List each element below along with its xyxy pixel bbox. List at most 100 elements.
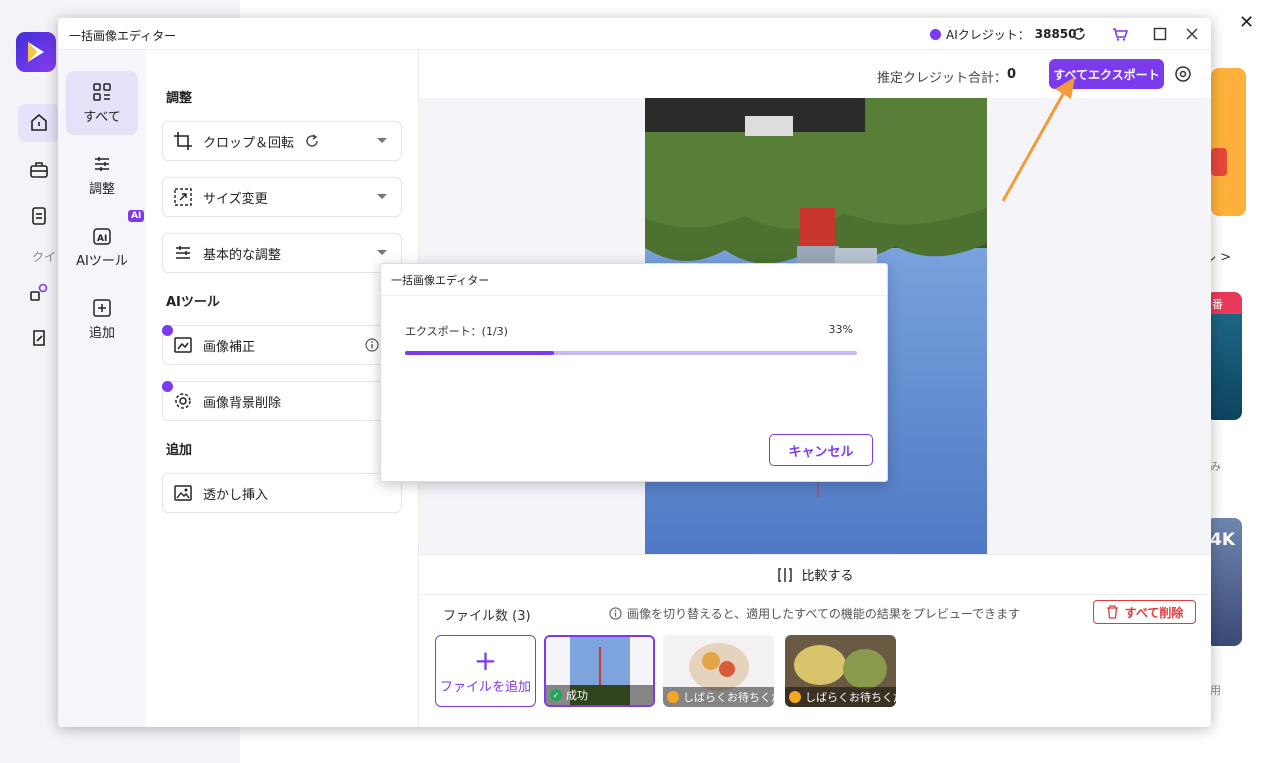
- ai-dot-icon: [162, 381, 173, 392]
- basic-adjust-label: 基本的な調整: [203, 247, 282, 263]
- chevron-down-icon[interactable]: [377, 250, 387, 255]
- resize-row[interactable]: サイズ変更: [162, 177, 402, 217]
- bg-promo-card: [1211, 68, 1246, 216]
- file-thumbnail[interactable]: ✓ 成功: [544, 635, 655, 707]
- svg-text:AI: AI: [97, 234, 107, 244]
- chevron-down-icon[interactable]: [377, 194, 387, 199]
- file-status-text: しばらくお待ちください: [805, 691, 896, 704]
- preview-hint: 画像を切り替えると、適用したすべての機能の結果をプレビューできます: [609, 605, 1020, 622]
- refresh-icon[interactable]: [1069, 24, 1089, 44]
- basic-adjust-row[interactable]: 基本的な調整: [162, 233, 402, 273]
- toolbox-icon[interactable]: [18, 151, 60, 189]
- file-status-text: 成功: [566, 689, 588, 702]
- cancel-button[interactable]: キャンセル: [769, 434, 873, 466]
- file-status: しばらくお待ちください: [785, 687, 896, 707]
- ai-badge: AI: [128, 210, 145, 222]
- progress-bar-fill: [405, 351, 555, 355]
- annotation-arrow-icon: [1001, 77, 1075, 202]
- section-adjust-title: 調整: [166, 91, 193, 106]
- bg-4k-card: 4K: [1206, 518, 1242, 646]
- compare-label: 比較する: [801, 569, 854, 584]
- resize-label: サイズ変更: [203, 191, 268, 207]
- ai-icon: AI: [93, 227, 111, 245]
- export-progress-dialog: 一括画像エディター エクスポート：(1/3) 33% キャンセル: [380, 263, 888, 482]
- reset-icon[interactable]: [304, 133, 320, 149]
- bg-text-you: 用: [1210, 684, 1221, 697]
- file-status-text: しばらくお待ちください: [683, 691, 774, 704]
- image-icon: [174, 485, 192, 501]
- crop-rotate-row[interactable]: クロップ＆回転: [162, 121, 402, 161]
- trash-icon: [1106, 605, 1118, 619]
- edit-doc-icon[interactable]: [18, 319, 60, 357]
- files-bar: ファイル数 (3) 画像を切り替えると、適用したすべての機能の結果をプレビューで…: [419, 594, 1211, 727]
- image-enhance-row[interactable]: 画像補正: [162, 325, 402, 365]
- tab-ai-tools-label: AIツール: [76, 253, 128, 269]
- bg-remove-icon: [175, 393, 191, 409]
- estimated-credits-label: 推定クレジット合計：: [877, 71, 1008, 86]
- file-thumbnail[interactable]: しばらくお待ちください: [663, 635, 774, 707]
- export-progress-label: エクスポート：(1/3): [405, 325, 508, 338]
- info-icon[interactable]: [365, 338, 379, 352]
- document-icon[interactable]: [18, 197, 60, 235]
- export-progress-percent: 33%: [828, 323, 853, 336]
- sliders-icon: [95, 156, 109, 171]
- watermark-label: 透かし挿入: [203, 487, 269, 503]
- tab-add-label: 追加: [88, 325, 115, 341]
- bg-close-icon[interactable]: ✕: [1239, 12, 1254, 33]
- progress-bar: [405, 351, 857, 355]
- tab-adjust-label: 調整: [88, 181, 115, 197]
- sliders-icon: [176, 246, 190, 259]
- crop-icon: [174, 132, 192, 150]
- file-count: ファイル数 (3): [443, 609, 531, 624]
- credit-icon: [930, 28, 941, 40]
- tab-adjust[interactable]: 調整: [66, 143, 138, 207]
- delete-all-label: すべて削除: [1124, 605, 1184, 620]
- section-ai-title: AIツール: [166, 295, 220, 310]
- enhance-icon: [174, 337, 192, 353]
- tab-all[interactable]: すべて: [66, 71, 138, 135]
- file-thumbnail[interactable]: しばらくお待ちください: [785, 635, 896, 707]
- dialog-title: 一括画像エディター: [391, 274, 490, 287]
- dialog-divider: [381, 295, 887, 296]
- success-icon: ✓: [550, 689, 562, 701]
- preview-hint-text: 画像を切り替えると、適用したすべての機能の結果をプレビューできます: [627, 607, 1021, 621]
- app-logo: [16, 32, 56, 72]
- tab-all-label: すべて: [83, 109, 121, 125]
- watermark-row[interactable]: 透かし挿入: [162, 473, 402, 513]
- file-status: しばらくお待ちください: [663, 687, 774, 707]
- info-icon: [609, 607, 622, 620]
- settings-gear-icon[interactable]: [1174, 65, 1192, 87]
- category-tabs: すべて 調整 AI AI AIツール 追加: [58, 50, 146, 727]
- image-enhance-label: 画像補正: [203, 339, 256, 355]
- waiting-icon: [789, 691, 801, 703]
- tab-ai-tools[interactable]: AI AI AIツール: [66, 210, 145, 279]
- compare-bar[interactable]: 比較する: [419, 554, 1211, 594]
- plus-icon: +: [473, 643, 498, 677]
- quick-label: クイ: [32, 250, 57, 264]
- shapes-icon[interactable]: [18, 273, 60, 311]
- tools-panel: 調整 クロップ＆回転 サイズ変更 基本的な調整 AIツール 画像補正 画像背景削…: [146, 50, 418, 727]
- crop-rotate-label: クロップ＆回転: [203, 135, 295, 151]
- bg-remove-label: 画像背景削除: [203, 395, 282, 411]
- bg-remove-row[interactable]: 画像背景削除: [162, 381, 402, 421]
- tab-add[interactable]: 追加: [66, 287, 138, 351]
- ai-dot-icon: [162, 325, 173, 336]
- add-file-button[interactable]: + ファイルを追加: [435, 635, 536, 707]
- delete-all-button[interactable]: すべて削除: [1093, 600, 1196, 624]
- cart-icon[interactable]: [1110, 24, 1130, 44]
- section-add-title: 追加: [166, 443, 193, 458]
- editor-title: 一括画像エディター: [69, 29, 177, 43]
- waiting-icon: [667, 691, 679, 703]
- credits-label: AIクレジット：: [946, 27, 1030, 42]
- chevron-down-icon[interactable]: [377, 138, 387, 143]
- compare-icon: [778, 567, 793, 582]
- bg-feature-card: 番: [1206, 292, 1242, 420]
- close-icon[interactable]: [1182, 24, 1202, 44]
- resize-icon: [174, 188, 192, 206]
- home-icon[interactable]: [18, 104, 60, 142]
- editor-titlebar: 一括画像エディター AIクレジット： 38850: [58, 18, 1211, 50]
- plus-box-icon: [93, 298, 111, 317]
- add-file-label: ファイルを追加: [439, 679, 531, 695]
- grid-icon: [93, 82, 111, 101]
- maximize-icon[interactable]: [1150, 24, 1170, 44]
